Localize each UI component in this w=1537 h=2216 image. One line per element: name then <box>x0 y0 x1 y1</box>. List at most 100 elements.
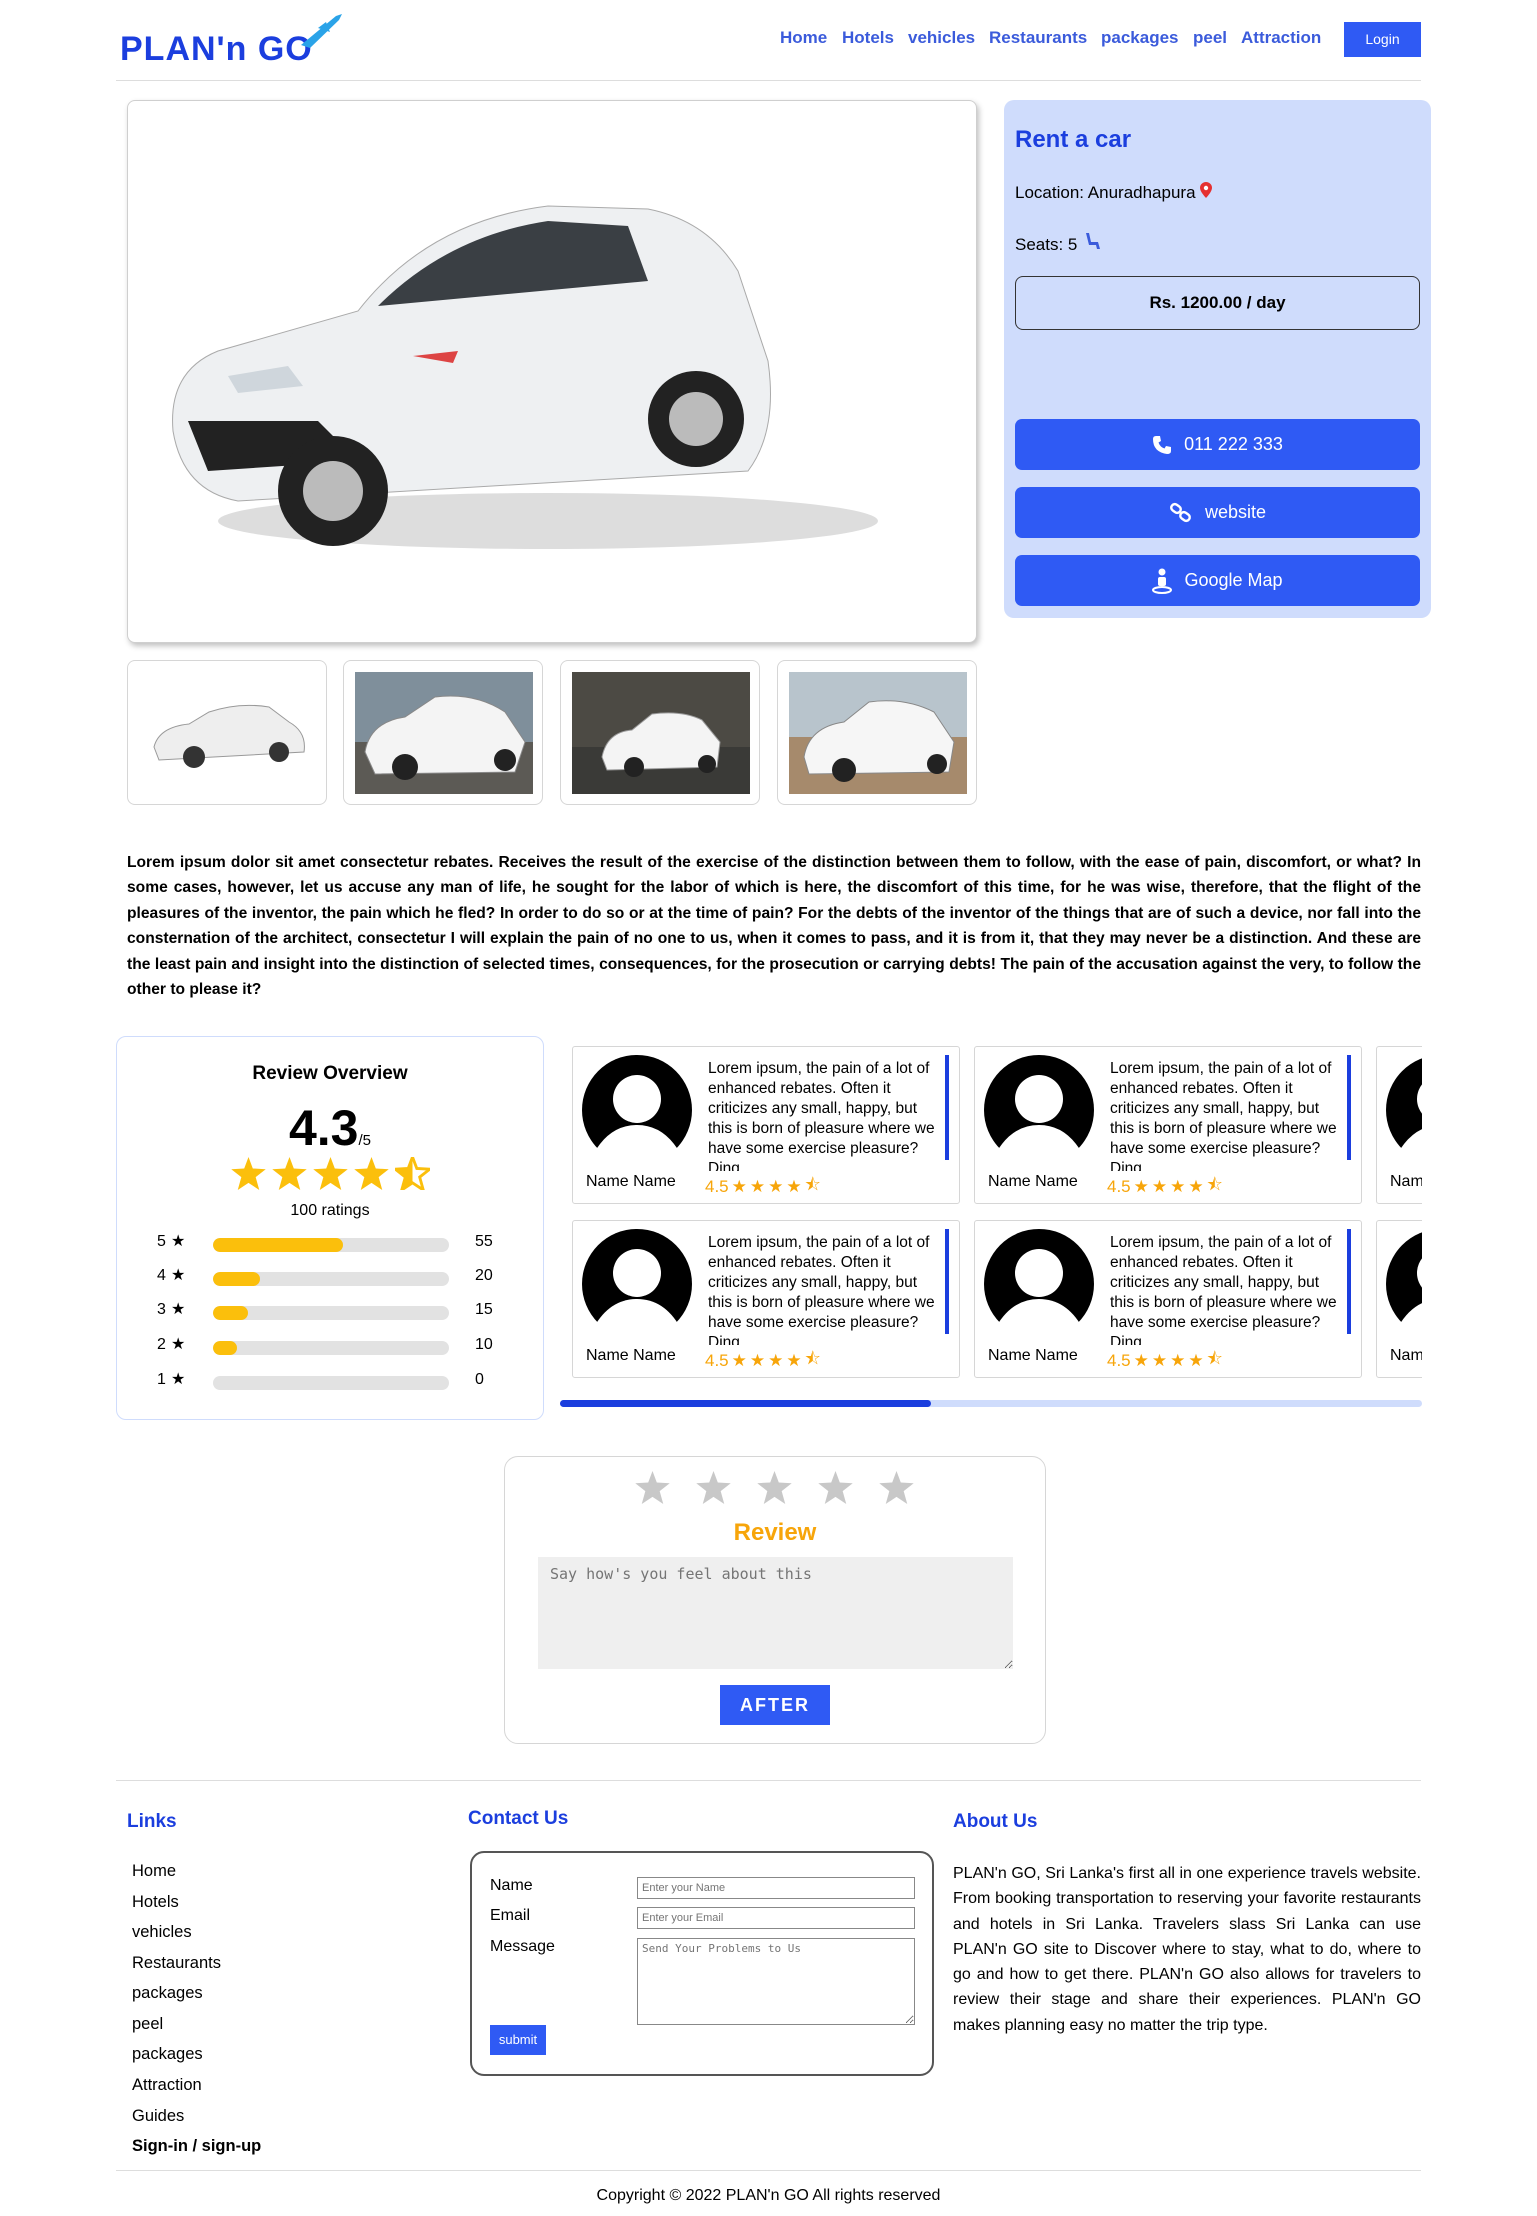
street-view-icon <box>1152 568 1173 594</box>
bar-fill <box>213 1341 237 1355</box>
nav-home[interactable]: Home <box>780 28 827 48</box>
overview-title: Review Overview <box>252 1063 408 1084</box>
rating-stars-input[interactable] <box>635 1471 914 1504</box>
thumbnail-4[interactable] <box>777 660 977 805</box>
bar-count: 55 <box>475 1233 493 1250</box>
thumbnail-1[interactable] <box>127 660 327 805</box>
text-scrollbar[interactable] <box>945 1229 949 1334</box>
star-empty-icon[interactable] <box>757 1471 792 1504</box>
star-full-icon: ★ <box>786 1350 802 1370</box>
carousel-scrollbar-thumb[interactable] <box>560 1400 931 1407</box>
footer-link-hotels[interactable]: Hotels <box>132 1893 179 1912</box>
nav-restaurants[interactable]: Restaurants <box>989 28 1087 48</box>
star-icon: ★ <box>171 1371 186 1388</box>
overview-score-row: 4.3/5 <box>117 1099 543 1157</box>
bar-star-number: 5 <box>157 1233 166 1250</box>
nav-packages[interactable]: packages <box>1101 28 1179 48</box>
contact-submit-button[interactable]: submit <box>490 2025 546 2055</box>
star-full-icon <box>354 1157 389 1190</box>
star-half-icon: ⯪ <box>1206 1349 1223 1368</box>
name-input[interactable] <box>637 1877 915 1899</box>
star-empty-icon[interactable] <box>879 1471 914 1504</box>
email-input[interactable] <box>637 1907 915 1929</box>
nav-vehicles[interactable]: vehicles <box>908 28 975 48</box>
bar-fill <box>213 1272 261 1286</box>
star-full-icon: ★ <box>786 1176 802 1196</box>
link-icon <box>1170 502 1191 522</box>
review-textarea[interactable] <box>538 1557 1013 1669</box>
footer-link-restaurants[interactable]: Restaurants <box>132 1954 221 1973</box>
review-form-title: Review <box>733 1519 817 1546</box>
star-empty-icon[interactable] <box>696 1471 731 1504</box>
text-scrollbar[interactable] <box>945 1055 949 1160</box>
logo[interactable]: PLAN'n GO <box>120 10 350 70</box>
star-icon: ★ <box>171 1233 186 1250</box>
star-full-icon: ★ <box>1151 1176 1168 1196</box>
bar-track <box>213 1272 449 1286</box>
reviewer-name: Name Name <box>586 1347 676 1364</box>
bar-count: 15 <box>475 1301 493 1318</box>
bar-star-number: 1 <box>157 1371 166 1388</box>
rating-bar-3: 3 ★ 15 <box>157 1301 517 1321</box>
contact-title: Contact Us <box>468 1808 569 1829</box>
star-empty-icon[interactable] <box>818 1471 853 1504</box>
phone-button[interactable]: 011 222 333 <box>1015 419 1420 470</box>
rental-info-panel: Rent a car Location: Anuradhapura Seats:… <box>1004 100 1431 618</box>
star-full-icon: ★ <box>1151 1350 1168 1370</box>
text-scrollbar[interactable] <box>1347 1055 1351 1160</box>
nav-peel[interactable]: peel <box>1193 28 1227 48</box>
text-scrollbar[interactable] <box>1347 1229 1351 1334</box>
star-icon: ★ <box>171 1336 186 1353</box>
review-card: Name Name Lorem ipsum, the pain of a lot… <box>572 1220 960 1378</box>
footer-link-sign-in[interactable]: Sign-in / sign-up <box>132 2137 261 2156</box>
star-full-icon: ★ <box>1188 1350 1204 1370</box>
listing-title: Rent a car <box>1015 126 1132 153</box>
avatar-icon <box>1386 1058 1422 1165</box>
reviewer-name: Name Name <box>988 1347 1078 1364</box>
rating-value: 4.5 <box>1107 1176 1131 1196</box>
google-map-button[interactable]: Google Map <box>1015 555 1420 606</box>
review-rating: 4.5 ★ ★ ★ ★ ⯪ <box>1107 1172 1223 1201</box>
map-pin-icon <box>1200 182 1213 198</box>
rating-bar-2: 2 ★ 10 <box>157 1336 517 1356</box>
review-text: Lorem ipsum, the pain of a lot of enhanc… <box>1110 1234 1337 1345</box>
bar-star-number: 2 <box>157 1336 166 1353</box>
reviewer-name: Name Name <box>988 1173 1078 1190</box>
avatar-icon <box>582 1229 692 1339</box>
bar-fill <box>213 1238 343 1252</box>
footer-link-attraction[interactable]: Attraction <box>132 2076 202 2095</box>
nav-attraction[interactable]: Attraction <box>1241 28 1321 48</box>
logo-text: PLAN'n GO <box>120 30 313 68</box>
star-full-icon <box>272 1157 307 1190</box>
thumbnail-2[interactable] <box>343 660 543 805</box>
star-full-icon: ★ <box>1133 1176 1149 1196</box>
footer-link-guides[interactable]: Guides <box>132 2107 184 2126</box>
review-overview-card: Review Overview 4.3/5 100 ratings 5 ★ 55 4… <box>116 1036 544 1420</box>
footer-link-packages[interactable]: packages <box>132 1984 203 2003</box>
review-carousel[interactable]: Name Name Lorem ipsum, the pain of a lot… <box>572 1046 1422 1386</box>
contact-form: Name Email Message submit <box>470 1851 934 2076</box>
main-car-image <box>127 100 977 643</box>
carousel-scrollbar-track[interactable] <box>560 1400 1422 1407</box>
footer-link-packages-2[interactable]: packages <box>132 2045 203 2064</box>
footer-link-vehicles[interactable]: vehicles <box>132 1923 192 1942</box>
rating-value: 4.5 <box>705 1176 729 1196</box>
website-button[interactable]: website <box>1015 487 1420 538</box>
star-icon: ★ <box>171 1267 186 1284</box>
message-textarea[interactable] <box>637 1938 915 2025</box>
star-empty-icon[interactable] <box>635 1471 670 1504</box>
footer-link-peel[interactable]: peel <box>132 2015 163 2034</box>
about-title: About Us <box>953 1811 1038 1832</box>
google-map-label: Google Map <box>1184 570 1283 590</box>
description-paragraph: Lorem ipsum dolor sit amet consectetur r… <box>127 854 1421 999</box>
location-row: Location: Anuradhapura <box>1015 182 1213 203</box>
footer-link-home[interactable]: Home <box>132 1862 176 1881</box>
review-card: Name Name Lorem ipsum, the pain of a lot… <box>572 1046 960 1204</box>
nav-hotels[interactable]: Hotels <box>842 28 894 48</box>
bar-track <box>213 1341 449 1355</box>
rating-bar-5: 5 ★ 55 <box>157 1233 517 1253</box>
login-button[interactable]: Login <box>1344 22 1421 57</box>
about-text: PLAN'n GO, Sri Lanka's first all in one … <box>953 1865 1421 2034</box>
thumbnail-3[interactable] <box>560 660 760 805</box>
review-submit-button[interactable]: AFTER <box>720 1685 830 1725</box>
